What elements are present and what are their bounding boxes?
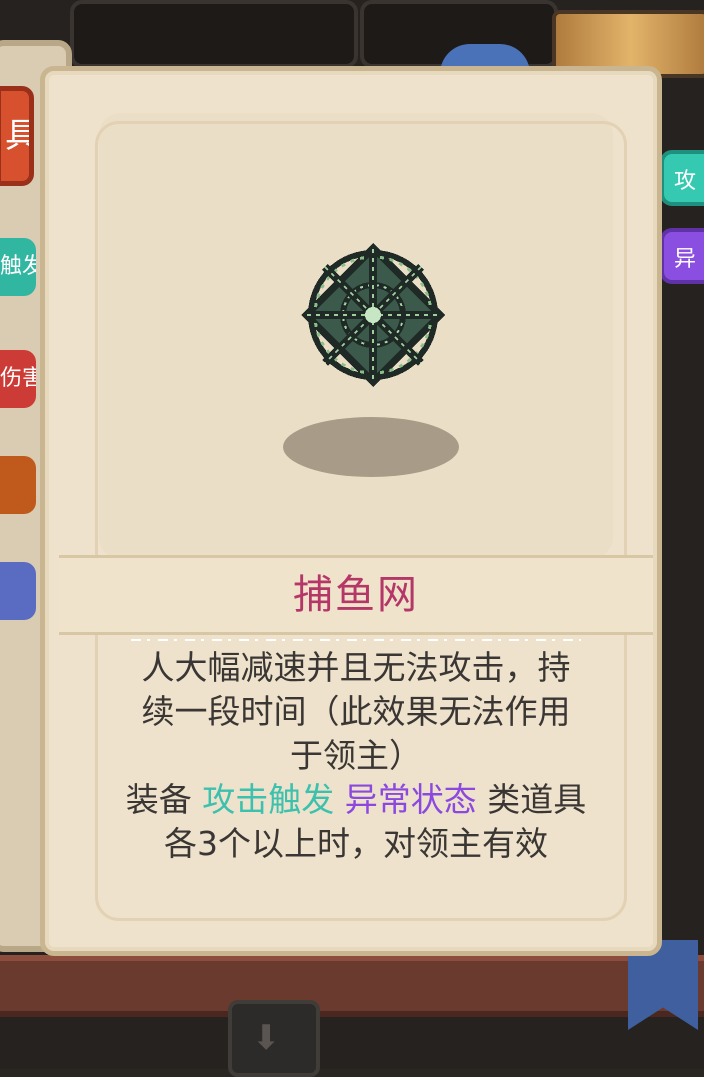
down-arrow-icon: ⬇ xyxy=(252,1018,281,1058)
left-tag-trigger-label: 触发 xyxy=(0,254,36,279)
item-description: 人大幅减速并且无法攻击，持 续一段时间（此效果无法作用 于领主） 装备 攻击触发… xyxy=(85,646,627,866)
top-slot-left xyxy=(70,0,358,68)
left-tag-damage[interactable]: 伤害 xyxy=(0,350,36,408)
description-line-1: 人大幅减速并且无法攻击，持 xyxy=(141,648,571,687)
keyword-attack-trigger[interactable]: 攻击触发 xyxy=(202,780,334,819)
fishing-net-icon xyxy=(301,243,445,387)
left-tag-trigger[interactable]: 触发 xyxy=(0,238,36,296)
left-tag-damage-label: 伤害 xyxy=(0,366,36,391)
left-tag-orange[interactable] xyxy=(0,456,36,514)
divider-dotted-line xyxy=(131,639,581,641)
item-name: 捕鱼网 xyxy=(293,572,419,618)
keyword-status[interactable]: 异常状态 xyxy=(345,780,477,819)
left-tab-items[interactable]: 具 xyxy=(0,86,34,186)
bottom-slot[interactable]: ⬇ xyxy=(228,1000,320,1077)
description-line-2: 续一段时间（此效果无法作用 xyxy=(141,692,571,731)
equip-prefix: 装备 xyxy=(125,780,192,819)
bottom-wood-bar xyxy=(0,955,704,1017)
equip-condition-line: 装备 攻击触发 异常状态 类道具 xyxy=(85,778,627,822)
left-tag-blue[interactable] xyxy=(0,562,36,620)
condition-text: 各3个以上时，对领主有效 xyxy=(164,824,548,863)
item-detail-card[interactable]: 捕鱼网 人大幅减速并且无法攻击，持 续一段时间（此效果无法作用 于领主） 装备 … xyxy=(40,66,662,956)
right-tag-status[interactable]: 异 xyxy=(660,228,704,284)
title-band: 捕鱼网 xyxy=(59,555,653,635)
left-tab-items-label: 具 xyxy=(5,116,29,156)
equip-suffix: 类道具 xyxy=(487,780,587,819)
right-tag-status-label: 异 xyxy=(674,247,697,272)
right-tag-attack[interactable]: 攻 xyxy=(660,150,704,206)
description-line-3: 于领主） xyxy=(290,736,422,775)
right-tag-attack-label: 攻 xyxy=(674,169,697,194)
item-shadow xyxy=(283,417,459,477)
